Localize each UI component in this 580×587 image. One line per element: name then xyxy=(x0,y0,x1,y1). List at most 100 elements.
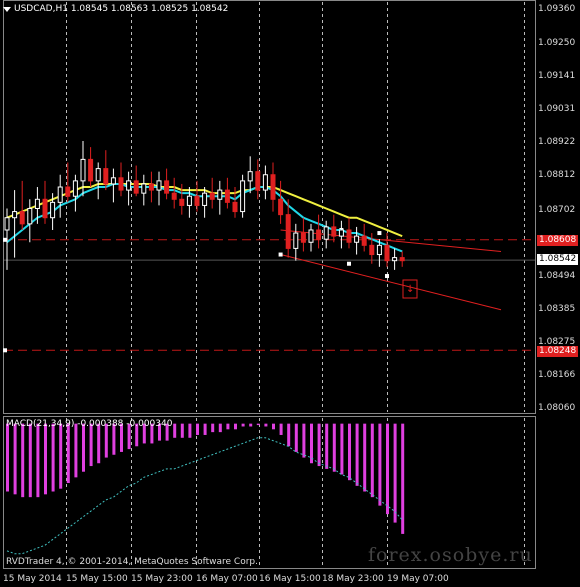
candle xyxy=(323,220,329,249)
chart-canvas[interactable]: ↓ xyxy=(0,0,580,587)
candle-body xyxy=(217,189,223,200)
candle xyxy=(224,177,230,209)
price-tick: 1.08812 xyxy=(538,170,576,180)
chart-menu-arrow-icon[interactable] xyxy=(3,7,11,12)
candle xyxy=(247,156,253,194)
candle xyxy=(293,223,299,261)
candle-body xyxy=(95,168,101,182)
candle-body xyxy=(369,244,375,256)
candle-body xyxy=(392,257,398,262)
candle-body xyxy=(19,211,25,225)
candles[interactable] xyxy=(4,140,405,270)
macd-bar xyxy=(332,423,336,472)
macd-bar xyxy=(241,423,245,427)
channel-anchor xyxy=(377,231,382,236)
price-tick: 1.08922 xyxy=(538,137,576,147)
candle xyxy=(126,171,132,206)
chart-title: USDCAD,H1 1.08545 1.08563 1.08525 1.0854… xyxy=(14,4,228,15)
price-tick: 1.08494 xyxy=(538,271,576,281)
candle xyxy=(194,180,200,212)
candle xyxy=(156,171,162,206)
macd-bar xyxy=(226,423,230,430)
candle-body xyxy=(224,189,230,203)
time-tick: 18 May 23:00 xyxy=(322,574,384,584)
candle-body xyxy=(202,192,208,206)
candle-body xyxy=(110,177,116,185)
level-anchor xyxy=(3,237,7,242)
candle xyxy=(285,199,291,258)
candle xyxy=(217,180,223,215)
macd-bar xyxy=(13,423,17,495)
candle-body xyxy=(156,180,162,191)
current-price-box: 1.08542 xyxy=(537,254,579,265)
candle-body xyxy=(164,180,170,194)
candle-body xyxy=(186,195,192,206)
macd-bar xyxy=(256,423,260,426)
macd-bar xyxy=(203,423,207,435)
candle-body xyxy=(300,232,306,243)
candle-body xyxy=(338,229,344,237)
candle xyxy=(171,177,177,209)
macd-bar xyxy=(355,423,359,486)
macd-bar xyxy=(348,423,351,481)
candle xyxy=(209,177,215,209)
candle xyxy=(384,233,390,267)
macd-bar xyxy=(21,423,25,498)
candle xyxy=(354,226,360,255)
macd-bar xyxy=(249,423,253,427)
copyright-text: RVDTrader 4, © 2001-2014, MetaQuotes Sof… xyxy=(6,557,258,567)
time-tick: 19 May 07:00 xyxy=(387,574,449,584)
candle-body xyxy=(232,201,238,213)
macd-bar xyxy=(188,423,192,438)
candle xyxy=(262,165,268,200)
macd-bar xyxy=(310,423,313,464)
candle-body xyxy=(50,201,56,219)
macd-bar xyxy=(401,423,405,534)
candle-body xyxy=(323,226,329,240)
candle-body xyxy=(118,177,124,191)
candle-body xyxy=(278,198,284,216)
candle xyxy=(338,220,344,249)
main-chart-frame xyxy=(3,0,536,414)
candle xyxy=(148,171,154,203)
candle-body xyxy=(194,195,200,206)
symbol-label: USDCAD,H1 xyxy=(14,4,68,14)
price-tick: 1.08060 xyxy=(538,403,576,413)
time-tick: 16 May 15:00 xyxy=(259,574,321,584)
candle xyxy=(331,214,337,243)
macd-indicator xyxy=(6,423,405,555)
price-tick: 1.09360 xyxy=(538,4,576,14)
price-tick: 1.09141 xyxy=(538,71,576,81)
macd-bar xyxy=(6,423,9,492)
macd-bar xyxy=(36,423,40,498)
candle xyxy=(141,174,147,206)
macd-bar xyxy=(378,423,382,506)
candle-body xyxy=(4,217,10,231)
candle xyxy=(88,147,94,188)
candle-body xyxy=(285,214,291,249)
support-price-box: 1.08248 xyxy=(537,346,579,357)
candle xyxy=(186,187,192,218)
price-levels[interactable] xyxy=(3,237,535,353)
candle-body xyxy=(80,158,86,182)
candle xyxy=(42,180,48,224)
candle xyxy=(270,162,276,212)
candle-body xyxy=(72,180,78,197)
candle-body xyxy=(361,235,367,246)
channel-upper-line xyxy=(280,229,502,252)
candle-body xyxy=(255,171,261,191)
macd-bar xyxy=(180,423,184,438)
candle xyxy=(103,150,109,191)
candle-body xyxy=(270,174,276,200)
macd-bar xyxy=(363,423,367,492)
macd-bar xyxy=(317,423,321,467)
macd-bar xyxy=(51,423,55,492)
candle xyxy=(278,180,284,224)
macd-bar xyxy=(59,423,63,489)
candle xyxy=(392,248,398,270)
candle-body xyxy=(88,158,94,182)
candle-body xyxy=(57,186,63,203)
candle-body xyxy=(103,168,109,185)
time-tick: 15 May 15:00 xyxy=(66,574,128,584)
price-tick: 1.08702 xyxy=(538,205,576,215)
